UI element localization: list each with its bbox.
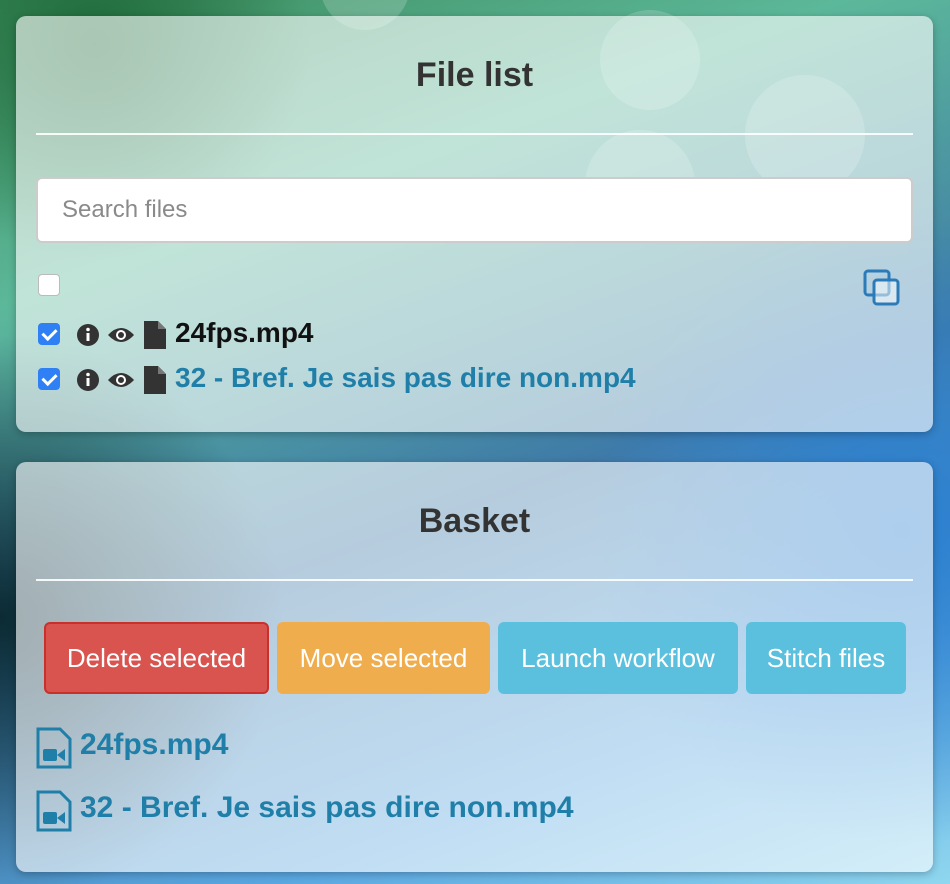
file-checkbox[interactable] [38,368,60,390]
eye-icon[interactable] [107,325,135,350]
basket-item-link[interactable]: 24fps.mp4 [80,728,228,762]
launch-workflow-button[interactable]: Launch workflow [498,622,738,694]
stitch-files-button[interactable]: Stitch files [746,622,906,694]
file-list-title: File list [415,56,534,94]
file-list-panel: File list 24fps.mp4 3 [16,16,933,432]
copy-icon[interactable] [862,268,902,313]
eye-icon[interactable] [107,370,135,395]
basket-panel: Basket Delete selected Move selected Lau… [16,462,933,872]
delete-selected-button[interactable]: Delete selected [44,622,269,694]
file-name-link[interactable]: 32 - Bref. Je sais pas dire non.mp4 [175,362,636,394]
video-file-icon [36,727,72,774]
basket-title: Basket [418,502,531,540]
file-checkbox[interactable] [38,323,60,345]
file-name[interactable]: 24fps.mp4 [175,317,314,349]
file-icon [144,321,166,354]
video-file-icon [36,790,72,837]
info-icon[interactable] [76,323,100,352]
search-input[interactable] [36,177,913,243]
divider [36,579,913,581]
divider [36,133,913,135]
file-icon [144,366,166,399]
select-all-checkbox[interactable] [38,274,60,296]
move-selected-button[interactable]: Move selected [277,622,490,694]
basket-item-link[interactable]: 32 - Bref. Je sais pas dire non.mp4 [80,791,574,825]
info-icon[interactable] [76,368,100,397]
